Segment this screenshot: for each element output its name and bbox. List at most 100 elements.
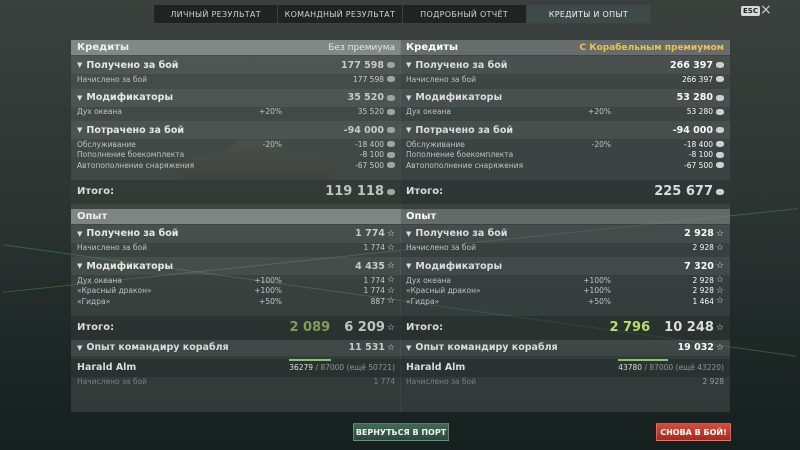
star-icon: ☆ — [386, 261, 395, 271]
credits-total: Итого: 119 118 — [71, 179, 401, 204]
captain-progress-bar — [618, 359, 669, 361]
exp-title: Опыт — [77, 210, 108, 222]
exp-title: Опыт — [406, 210, 437, 222]
section-label: Потрачено за бой — [86, 124, 185, 136]
row-label: Обслуживание — [77, 139, 136, 149]
credits-header: Кредиты С Корабельным премиумом — [400, 40, 730, 55]
row-label: Дух океана — [77, 107, 122, 117]
collapse-triangle-icon: ▼ — [77, 61, 83, 69]
premium-label: С Корабельным премиумом — [579, 42, 724, 53]
section-value: 2 928 — [684, 228, 714, 239]
tab-credits-experience[interactable]: КРЕДИТЫ И ОПЫТ — [526, 5, 650, 23]
section-value: 1 774 — [355, 228, 385, 239]
star-icon: ☆ — [386, 342, 395, 353]
collapse-triangle-icon: ▼ — [406, 126, 412, 134]
detail-row: Начислено за бой 2 928 ☆ — [400, 243, 730, 254]
star-icon: ☆ — [715, 296, 724, 307]
section-label: Получено за бой — [415, 59, 508, 71]
row-pct: +20% — [259, 107, 282, 117]
credit-icon — [387, 108, 395, 115]
total-label: Итого: — [77, 186, 115, 197]
section-label: Потрачено за бой — [415, 124, 514, 136]
captain-max: / 87000 — [315, 363, 345, 372]
detail-row: Автопополнение снаряжения -67 500 — [400, 160, 730, 171]
credits-total: Итого: 225 677 — [400, 179, 730, 204]
star-icon: ☆ — [386, 322, 395, 333]
tab-team-result[interactable]: КОМАНДНЫЙ РЕЗУЛЬТАТ — [278, 5, 403, 23]
star-icon: ☆ — [386, 285, 395, 296]
commander-exp-section[interactable]: ▼ Опыт командиру корабля 11 531 ☆ — [71, 339, 401, 356]
detail-row: Начислено за бой 2 928 — [400, 377, 730, 388]
captain-current: 43780 — [618, 363, 643, 372]
credits-title: Кредиты — [406, 42, 459, 53]
panel-no-premium: Кредиты Без премиума ▼ Получено за бой 1… — [71, 40, 401, 412]
star-icon: ☆ — [386, 296, 395, 307]
row-value: -18 400 — [355, 139, 384, 149]
premium-label: Без премиума — [328, 42, 395, 53]
commander-exp-section[interactable]: ▼ Опыт командиру корабля 19 032 ☆ — [400, 339, 730, 356]
exp-received-section[interactable]: ▼ Получено за бой 1 774 ☆ — [71, 224, 401, 243]
section-value: 7 320 — [684, 260, 714, 272]
detail-row: Начислено за бой 177 598 — [71, 74, 401, 85]
row-value: -8 100 — [688, 150, 713, 160]
credit-icon — [387, 162, 395, 169]
row-pct: -20% — [262, 139, 282, 149]
row-pct: +50% — [259, 296, 282, 306]
tab-personal-result[interactable]: ЛИЧНЫЙ РЕЗУЛЬТАТ — [154, 5, 279, 23]
row-label: Начислено за бой — [77, 74, 148, 84]
star-icon: ☆ — [386, 242, 395, 253]
exp-received-section[interactable]: ▼ Получено за бой 2 928 ☆ — [400, 224, 730, 243]
star-icon: ☆ — [715, 275, 724, 286]
row-value: 887 — [370, 296, 385, 306]
captain-progress-bar — [289, 359, 331, 361]
credits-header: Кредиты Без премиума — [71, 40, 401, 55]
total-value: 225 677 — [654, 184, 713, 199]
exp-modifiers-section[interactable]: ▼ Модификаторы 4 435 ☆ — [71, 257, 401, 275]
row-value: 266 397 — [681, 74, 713, 84]
section-label: Модификаторы — [415, 92, 503, 103]
detail-row: Пополнение боекомплекта -8 100 — [400, 150, 730, 161]
received-section[interactable]: ▼ Получено за бой 177 598 — [71, 56, 401, 74]
detail-row: «Красный дракон» +100% 1 774 ☆ — [71, 286, 401, 297]
row-value: -67 500 — [355, 160, 384, 170]
star-icon: ☆ — [715, 261, 724, 271]
modifiers-section[interactable]: ▼ Модификаторы 35 520 — [71, 88, 401, 107]
return-to-port-button[interactable]: ВЕРНУТЬСЯ В ПОРТ — [353, 423, 449, 441]
row-value: 1 774 — [363, 286, 385, 296]
free-exp-value: 2 089 — [289, 320, 331, 335]
collapse-triangle-icon: ▼ — [77, 229, 83, 238]
detail-row: Пополнение боекомплекта -8 100 — [71, 150, 401, 161]
star-icon: ☆ — [715, 322, 724, 333]
tab-detailed-report[interactable]: ПОДРОБНЫЙ ОТЧЁТ — [403, 5, 527, 23]
total-label: Итого: — [406, 186, 444, 197]
star-icon: ☆ — [386, 275, 395, 286]
row-value: 2 928 — [692, 243, 714, 253]
collapse-triangle-icon: ▼ — [77, 93, 83, 102]
detail-row: «Красный дракон» +100% 2 928 ☆ — [400, 286, 730, 297]
received-section[interactable]: ▼ Получено за бой 266 397 — [400, 56, 730, 74]
spent-section[interactable]: ▼ Потрачено за бой -94 000 — [71, 121, 401, 139]
close-icon[interactable]: × — [760, 2, 772, 18]
star-icon: ☆ — [715, 342, 724, 353]
exp-modifiers-section[interactable]: ▼ Модификаторы 7 320 ☆ — [400, 257, 730, 275]
credit-icon — [387, 188, 395, 195]
row-value: 2 928 — [692, 286, 714, 296]
credit-icon — [716, 141, 724, 148]
row-pct: +100% — [254, 275, 282, 285]
spent-section[interactable]: ▼ Потрачено за бой -94 000 — [400, 121, 730, 139]
row-value: 53 280 — [686, 107, 713, 117]
detail-row: Начислено за бой 266 397 — [400, 74, 730, 85]
battle-again-button[interactable]: СНОВА В БОЙ! — [656, 423, 731, 441]
credit-icon — [716, 76, 724, 83]
captain-progress: 36279 / 87000 (ещё 50721) — [289, 359, 395, 372]
row-value: 1 774 — [373, 377, 395, 387]
section-label: Получено за бой — [86, 228, 179, 239]
row-label: Дух океана — [77, 275, 122, 285]
detail-row: Обслуживание -20% -18 400 — [400, 139, 730, 150]
section-label: Получено за бой — [415, 228, 508, 239]
modifiers-section[interactable]: ▼ Модификаторы 53 280 — [400, 88, 730, 107]
row-pct: -20% — [591, 139, 611, 149]
captain-name: Harald Alm — [77, 362, 137, 373]
detail-row: Дух океана +100% 2 928 ☆ — [400, 275, 730, 286]
star-icon: ☆ — [715, 228, 724, 239]
